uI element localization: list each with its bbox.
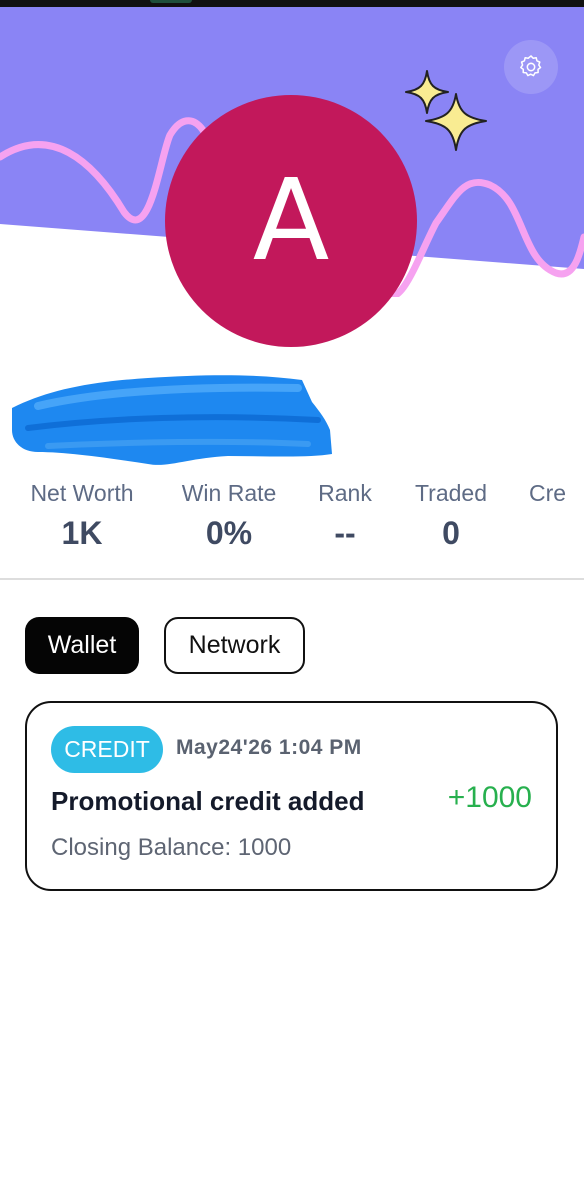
stat-value: --: [334, 515, 356, 550]
closing-balance: Closing Balance: 1000: [51, 834, 292, 861]
stat-net-worth: Net Worth 1K: [24, 478, 140, 550]
transaction-date: May24'26 1:04 PM: [176, 736, 362, 759]
transaction-card[interactable]: CREDIT May24'26 1:04 PM Promotional cred…: [25, 701, 558, 891]
stat-traded: Traded 0: [410, 478, 492, 550]
stat-label: Win Rate: [181, 480, 277, 506]
sparkle-icon: [405, 70, 487, 151]
credit-badge: CREDIT: [51, 726, 163, 773]
tab-wallet[interactable]: Wallet: [25, 617, 139, 674]
settings-button[interactable]: [504, 40, 558, 94]
gear-icon: [520, 55, 542, 77]
stat-rank: Rank --: [314, 478, 376, 550]
stat-label: Net Worth: [30, 480, 134, 506]
stat-label: Rank: [318, 480, 372, 506]
stat-value: 1K: [61, 515, 103, 550]
stat-credits: Cre: [529, 478, 566, 512]
stat-label: Traded: [414, 480, 488, 506]
tab-network[interactable]: Network: [164, 617, 305, 674]
username-redaction: [12, 375, 332, 465]
divider: [0, 578, 584, 580]
avatar-letter: A: [252, 156, 330, 286]
transaction-title: Promotional credit added: [51, 786, 365, 816]
stat-win-rate: Win Rate 0%: [178, 478, 280, 550]
status-indicator: [150, 0, 192, 3]
stat-value: 0: [442, 515, 460, 550]
stat-value: 0%: [205, 515, 253, 550]
stats-row: Net Worth 1K Win Rate 0% Rank -- Traded …: [0, 478, 584, 550]
avatar[interactable]: A: [165, 95, 417, 347]
transaction-amount: +1000: [447, 781, 532, 814]
stat-label: Cre: [529, 480, 567, 506]
status-bar: [0, 0, 584, 7]
